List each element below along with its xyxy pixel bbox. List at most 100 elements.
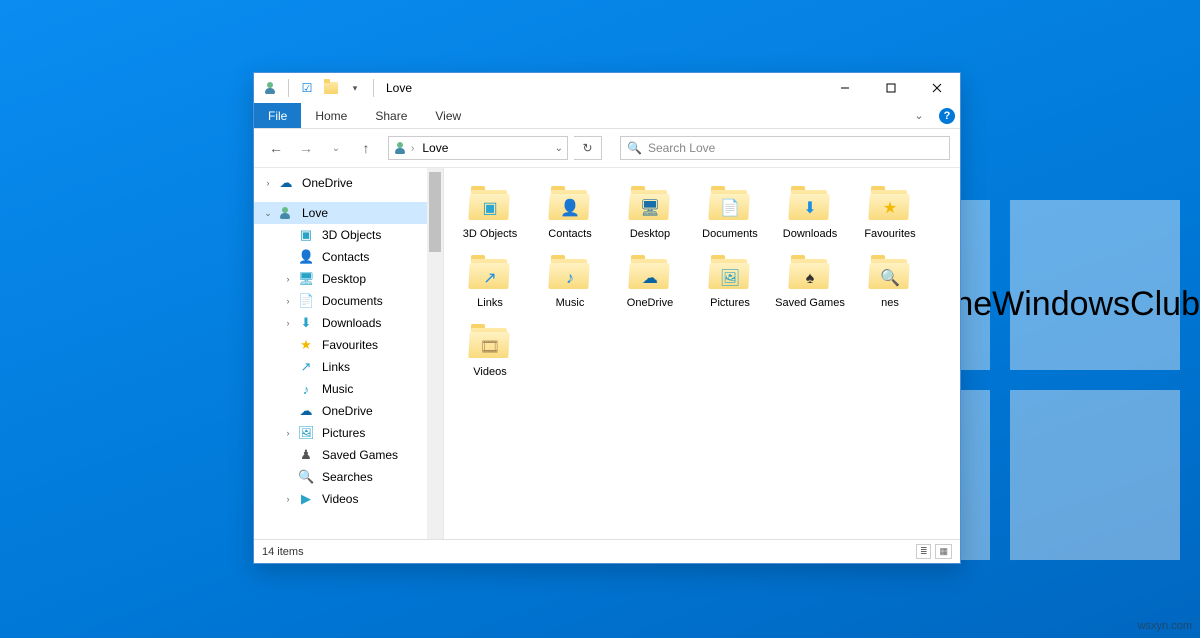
tree-item-searches[interactable]: 🔍 Searches [254,466,443,488]
tree-item-love[interactable]: ⌄Love [254,202,443,224]
tree-item-onedrive[interactable]: ›☁OneDrive [254,172,443,194]
item-label: Contacts [548,228,591,241]
refresh-button[interactable]: ↻ [574,136,602,160]
searches-icon: 🔍 [298,469,314,485]
folder-icon: 👤 [549,184,591,226]
content-pane[interactable]: ▣3D Objects 👤 Contacts 🖥Desktop📄Documents ⬇ D… [444,168,960,539]
tree-item-videos[interactable]: ›▶Videos [254,488,443,510]
folder-icon: 🔍 [869,253,911,295]
properties-icon[interactable]: ☑ [299,80,315,96]
scrollbar-thumb[interactable] [429,172,441,252]
details-view-button[interactable]: ≣ [916,544,932,559]
user-icon [262,80,278,96]
watermark-text: TheWindowsClub [934,285,1200,324]
search-placeholder: Search Love [648,141,715,155]
recent-dropdown-icon[interactable]: ⌄ [324,136,348,160]
corner-watermark: wsxyn.com [1138,620,1192,632]
folder-item-contacts[interactable]: 👤 Contacts [532,180,608,245]
icons-view-button[interactable]: ▦ [935,544,952,559]
folder-item-onedrive[interactable]: ☁OneDrive [612,249,688,314]
folder-item-pictures[interactable]: 🖼 Pictures [692,249,768,314]
tree-item-saved-games[interactable]: ♟Saved Games [254,444,443,466]
tree-item-pictures[interactable]: ›🖼Pictures [254,422,443,444]
folder-item-downloads[interactable]: ⬇ Downloads [772,180,848,245]
downloads-icon: ⬇ [298,315,314,331]
address-dropdown-icon[interactable]: ⌄ [555,143,563,154]
chevron-right-icon[interactable]: › [282,428,294,438]
chevron-right-icon[interactable]: › [282,494,294,504]
tree-item-documents[interactable]: ›📄Documents [254,290,443,312]
scrollbar[interactable] [427,168,443,539]
folder-icon: ⬇ [789,184,831,226]
tab-view[interactable]: View [421,103,475,128]
user-icon [393,141,407,155]
tree-item-label: 3D Objects [322,228,381,242]
folder-item-documents[interactable]: 📄Documents [692,180,768,245]
titlebar[interactable]: ☑ ▾ Love [254,73,960,103]
address-bar[interactable]: › Love ⌄ [388,136,568,160]
tab-share[interactable]: Share [361,103,421,128]
folder-item-3d-objects[interactable]: ▣3D Objects [452,180,528,245]
tree-item-favourites[interactable]: ★Favourites [254,334,443,356]
tree-item-links[interactable]: ↗Links [254,356,443,378]
folder-item-nes[interactable]: 🔍 nes [852,249,928,314]
folder-icon: ♪ [549,253,591,295]
qat-dropdown-icon[interactable]: ▾ [347,80,363,96]
music-icon: ♪ [298,382,314,397]
folder-icon: ↗ [469,253,511,295]
item-label: Downloads [783,228,837,241]
folder-item-favourites[interactable]: ★Favourites [852,180,928,245]
chevron-down-icon[interactable]: ⌄ [262,208,274,219]
folder-icon: 🖼 [709,253,751,295]
tree-item-label: Favourites [322,338,378,352]
user-icon [278,206,294,220]
status-bar: 14 items ≣ ▦ [254,539,960,563]
tree-item-onedrive[interactable]: ☁OneDrive [254,400,443,422]
onedrive-icon: ☁ [298,403,314,419]
tree-item-3d-objects[interactable]: ▣3D Objects [254,224,443,246]
maximize-button[interactable] [868,73,914,103]
chevron-right-icon[interactable]: › [282,318,294,328]
tree-item-label: Links [322,360,350,374]
forward-button[interactable]: → [294,136,318,160]
folder-item-videos[interactable]: 🎞Videos [452,318,528,383]
ribbon-expand-icon[interactable]: ⌄ [904,103,934,128]
close-button[interactable] [914,73,960,103]
chevron-right-icon[interactable]: › [411,143,414,154]
folder-item-music[interactable]: ♪Music [532,249,608,314]
folder-icon: ♠ [789,253,831,295]
documents-icon: 📄 [298,293,314,309]
onedrive-icon: ☁ [278,175,294,191]
tab-home[interactable]: Home [301,103,361,128]
folder-item-desktop[interactable]: 🖥Desktop [612,180,688,245]
tree-item-desktop[interactable]: ›🖥Desktop [254,268,443,290]
tree-item-downloads[interactable]: ›⬇Downloads [254,312,443,334]
up-button[interactable]: ↑ [354,136,378,160]
minimize-button[interactable] [822,73,868,103]
breadcrumb-item[interactable]: Love [418,141,452,155]
item-label: Pictures [710,297,750,310]
folder-icon [323,80,339,96]
folder-icon: 🎞 [469,322,511,364]
search-box[interactable]: 🔍 Search Love [620,136,950,160]
ribbon-tabs: File Home Share View ⌄ ? [254,103,960,129]
chevron-right-icon[interactable]: › [282,296,294,306]
tab-file[interactable]: File [254,103,301,128]
tree-item-label: Searches [322,470,373,484]
separator [373,79,374,97]
window-title: Love [386,81,412,95]
pictures-icon: 🖼 [298,425,314,441]
folder-item-links[interactable]: ↗ Links [452,249,528,314]
help-button[interactable]: ? [934,103,960,128]
back-button[interactable]: ← [264,136,288,160]
tree-item-music[interactable]: ♪Music [254,378,443,400]
folder-item-saved-games[interactable]: ♠ Saved Games [772,249,848,314]
tree-item-label: Contacts [322,250,369,264]
item-label: Links [477,297,503,310]
chevron-right-icon[interactable]: › [282,274,294,284]
item-label: Saved Games [775,297,845,310]
item-label: nes [881,297,899,310]
tree-item-contacts[interactable]: 👤Contacts [254,246,443,268]
help-icon: ? [939,108,955,124]
chevron-right-icon[interactable]: › [262,178,274,188]
